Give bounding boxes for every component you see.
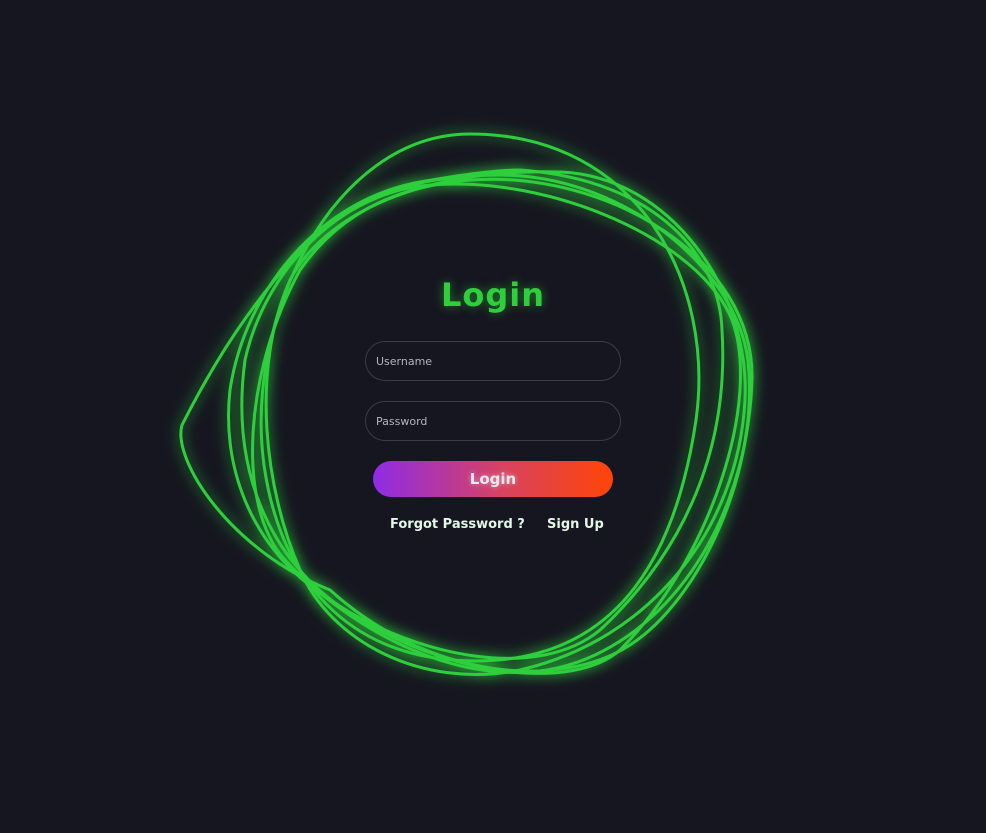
sign-up-link[interactable]: Sign Up bbox=[547, 517, 604, 532]
username-input[interactable] bbox=[365, 341, 621, 381]
login-title: Login bbox=[440, 276, 546, 314]
forgot-password-link[interactable]: Forgot Password ? bbox=[390, 517, 525, 532]
login-page: Login Login Forgot Password ? Sign Up bbox=[0, 0, 986, 833]
login-button[interactable]: Login bbox=[373, 461, 613, 497]
password-input[interactable] bbox=[365, 401, 621, 441]
ring-1 bbox=[259, 132, 701, 663]
